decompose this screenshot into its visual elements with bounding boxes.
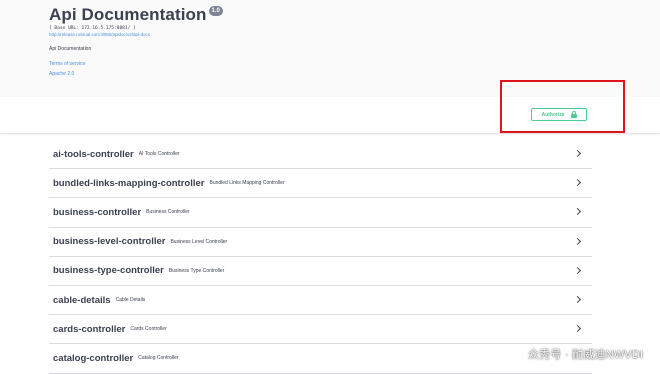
tag-description: Cards Controller	[130, 326, 167, 333]
tag-description: AI Tools Controller	[138, 151, 180, 158]
chevron-right-icon[interactable]	[573, 295, 582, 304]
base-url: [ Base URL: 172.16.5.175:8081/ ]	[49, 26, 136, 31]
tag-row-bundled-links-mapping-controller[interactable]: bundled-links-mapping-controller Bundled…	[49, 169, 592, 199]
title-row: Api Documentation 1.0	[49, 5, 223, 25]
chevron-right-icon[interactable]	[573, 266, 582, 274]
tag-description: Catalog Controller	[138, 355, 179, 362]
api-docs-link[interactable]: http://release.nvisual.com:8080/apidoc/v…	[49, 32, 150, 37]
tag-description: Bundled Links Mapping Controller	[209, 180, 285, 187]
highlight-annotation	[500, 80, 625, 133]
tag-description: Business Type Controller	[168, 267, 225, 274]
tag-row-catalog-controller[interactable]: catalog-controller Catalog Controller	[49, 344, 592, 374]
version-badge: 1.0	[208, 6, 223, 16]
tag-row-business-controller[interactable]: business-controller Business Controller	[49, 198, 592, 228]
tag-row-business-level-controller[interactable]: business-level-controller Business Level…	[49, 228, 592, 257]
tag-row-cards-controller[interactable]: cards-controller Cards Controller	[49, 315, 592, 345]
tag-name: cards-controller	[53, 323, 126, 335]
tag-name: ai-tools-controller	[53, 148, 134, 160]
tag-description: Business Controller	[146, 209, 190, 216]
tag-name: business-level-controller	[53, 236, 166, 248]
chevron-right-icon[interactable]	[573, 179, 582, 187]
api-description: Api Documentation	[49, 46, 92, 52]
page-title: Api Documentation	[49, 5, 207, 24]
tag-name: bundled-links-mapping-controller	[53, 177, 205, 189]
tag-description: Cable Details	[115, 297, 146, 304]
tag-row-ai-tools-controller[interactable]: ai-tools-controller AI Tools Controller	[49, 140, 592, 170]
watermark: 众秀号 · 耐威迪NWVDI	[528, 349, 644, 361]
chevron-right-icon[interactable]	[573, 150, 582, 158]
tag-name: business-type-controller	[53, 265, 164, 277]
tag-row-cable-details[interactable]: cable-details Cable Details	[49, 286, 592, 316]
license-link[interactable]: Apache 2.0	[49, 71, 74, 77]
chevron-right-icon[interactable]	[573, 325, 582, 333]
chevron-right-icon[interactable]	[573, 208, 582, 216]
tag-name: cable-details	[53, 294, 111, 306]
tag-name: catalog-controller	[53, 352, 134, 364]
tag-name: business-controller	[53, 206, 142, 218]
tag-list: ai-tools-controller AI Tools Controller …	[49, 140, 592, 374]
chevron-right-icon[interactable]	[573, 237, 582, 245]
tag-description: Business Level Controller	[170, 238, 228, 245]
tag-row-business-type-controller[interactable]: business-type-controller Business Type C…	[49, 257, 592, 286]
terms-of-service-link[interactable]: Terms of service	[49, 61, 85, 67]
